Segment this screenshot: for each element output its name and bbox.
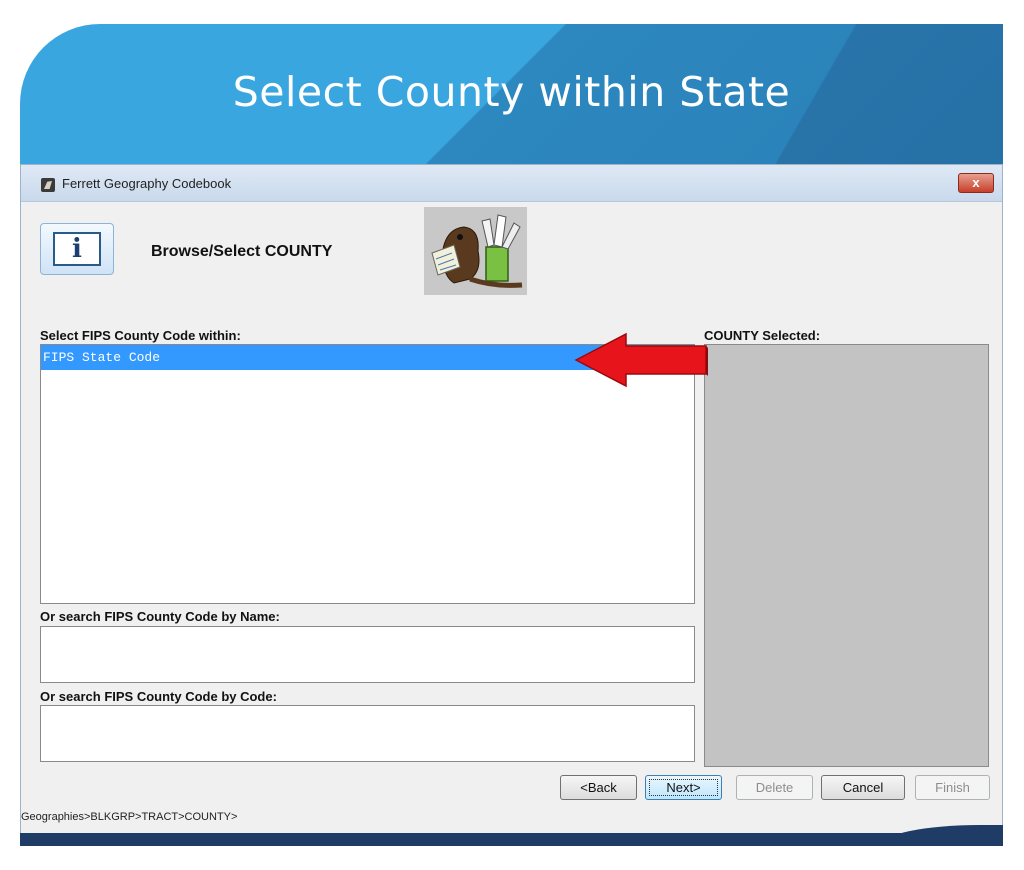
dialog-heading: Browse/Select COUNTY — [151, 243, 333, 260]
search-code-input[interactable] — [40, 705, 695, 762]
back-button[interactable]: <Back — [560, 775, 637, 800]
search-name-label: Or search FIPS County Code by Name: — [40, 609, 280, 624]
close-icon: x — [972, 175, 980, 190]
ferret-mascot-image — [424, 207, 527, 295]
window-title: Ferrett Geography Codebook — [62, 176, 232, 191]
list-label: Select FIPS County Code within: — [40, 328, 241, 343]
finish-button[interactable]: Finish — [915, 775, 990, 800]
info-button[interactable]: i — [40, 223, 114, 275]
cancel-button[interactable]: Cancel — [821, 775, 905, 800]
search-code-label: Or search FIPS County Code by Code: — [40, 689, 277, 704]
county-selected-list[interactable] — [704, 344, 989, 767]
info-icon: i — [53, 232, 101, 266]
slide-title: Select County within State — [232, 68, 791, 116]
slide-bottom-bar — [20, 833, 1003, 846]
ferrett-icon — [41, 178, 55, 192]
delete-button[interactable]: Delete — [736, 775, 813, 800]
codebook-window: Ferrett Geography Codebook x i Browse/Se… — [20, 164, 1003, 834]
selected-label: COUNTY Selected: — [704, 328, 821, 343]
window-titlebar[interactable]: Ferrett Geography Codebook x — [21, 165, 1002, 202]
red-arrow-icon — [574, 332, 708, 388]
close-button[interactable]: x — [958, 173, 994, 193]
slide-banner: Select County within State — [20, 24, 1003, 176]
search-name-input[interactable] — [40, 626, 695, 683]
next-button[interactable]: Next> — [645, 775, 722, 800]
focus-ring — [649, 779, 718, 796]
info-icon-label: i — [72, 234, 82, 264]
breadcrumb: Geographies>BLKGRP>TRACT>COUNTY> — [21, 811, 238, 823]
